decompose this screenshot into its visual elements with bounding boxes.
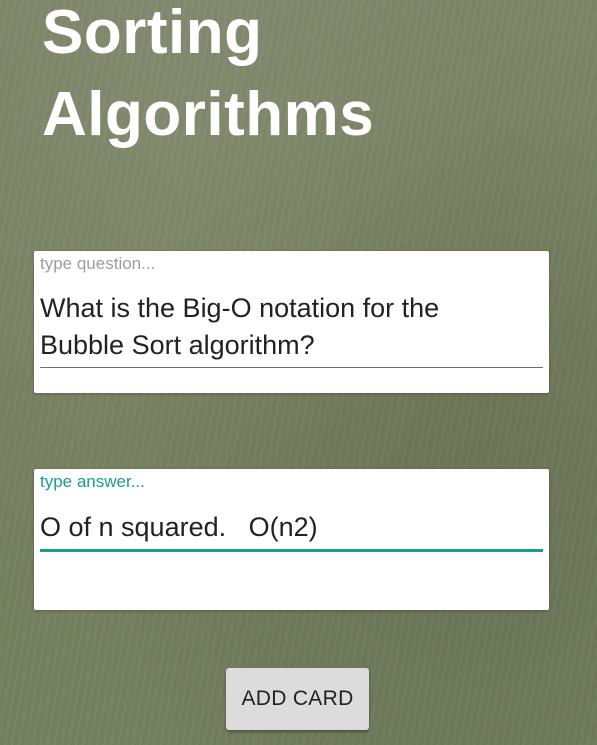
answer-underline-focused (40, 549, 543, 552)
question-card: type question... What is the Big-O notat… (34, 251, 549, 393)
answer-card: type answer... O of n squared. O(n2) (34, 469, 549, 610)
deck-title: Sorting Algorithms (42, 0, 375, 149)
answer-hint: type answer... (40, 472, 145, 491)
answer-input[interactable]: O of n squared. O(n2) (40, 509, 540, 546)
question-underline (40, 367, 543, 368)
question-input[interactable]: What is the Big-O notation for the Bubbl… (40, 290, 540, 364)
question-hint: type question... (40, 254, 156, 273)
add-card-button[interactable]: ADD CARD (226, 668, 369, 730)
